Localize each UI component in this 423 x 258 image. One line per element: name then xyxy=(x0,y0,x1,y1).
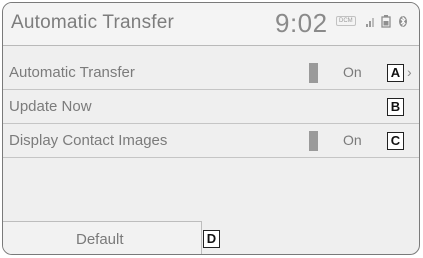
setting-row-automatic-transfer[interactable]: Automatic Transfer On A › xyxy=(3,56,419,90)
setting-label: Automatic Transfer xyxy=(9,64,135,81)
page-title: Automatic Transfer xyxy=(11,12,175,33)
default-button[interactable]: Default D xyxy=(3,221,220,254)
header-bar: Automatic Transfer 9:02 DCM xyxy=(3,3,419,46)
callout-a: A xyxy=(387,64,404,82)
battery-icon xyxy=(381,15,391,33)
scroll-indicator-icon: › xyxy=(407,64,412,80)
signal-icon xyxy=(366,15,376,33)
automatic-transfer-screen: Automatic Transfer 9:02 DCM Automatic Tr… xyxy=(2,2,420,255)
toggle-indicator xyxy=(309,63,318,83)
setting-row-update-now[interactable]: Update Now B xyxy=(3,90,419,124)
default-button-label: Default xyxy=(76,231,124,248)
clock: 9:02 xyxy=(275,8,328,38)
setting-label: Update Now xyxy=(9,98,92,115)
callout-b: B xyxy=(387,98,404,116)
toggle-value: On xyxy=(343,64,362,80)
toggle-indicator xyxy=(309,131,318,151)
callout-d: D xyxy=(203,230,220,248)
callout-c: C xyxy=(387,132,404,150)
dcm-badge: DCM xyxy=(336,16,356,26)
bluetooth-icon xyxy=(398,15,408,33)
setting-row-display-contact-images[interactable]: Display Contact Images On C xyxy=(3,124,419,158)
setting-label: Display Contact Images xyxy=(9,132,168,149)
toggle-value: On xyxy=(343,132,362,148)
